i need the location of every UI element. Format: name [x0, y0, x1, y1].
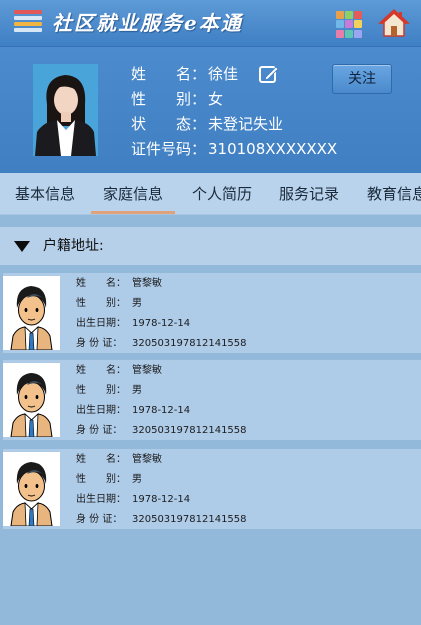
member-name-label: 姓 名： [76, 454, 126, 465]
app-root: 社区就业服务e本通 姓 名： 徐佳 关注 性 别： 女 状 态： 未登记失业 证… [0, 0, 421, 625]
member-birth-label: 出生日期： [76, 405, 126, 416]
member-name-label: 姓 名： [76, 278, 126, 289]
member-gender-row: 性 别： 男 [76, 384, 142, 398]
member-id-row: 身 份 证： 320503197812141558 [76, 337, 247, 351]
collapse-triangle-icon[interactable] [14, 241, 30, 252]
member-gender-value: 男 [132, 474, 142, 485]
id-value: 310108XXXXXXX [208, 140, 338, 158]
gender-row: 性 别：女 [131, 88, 223, 110]
member-birth-value: 1978-12-14 [132, 494, 191, 505]
member-id-row: 身 份 证： 320503197812141558 [76, 513, 247, 527]
tab-bar: 基本信息 家庭信息 个人简历 服务记录 教育信息 [0, 173, 421, 215]
family-member-card[interactable]: 姓 名： 管黎敏 性 别： 男 出生日期： 1978-12-14 身 份 证： 3205… [3, 360, 421, 440]
member-name-row: 姓 名： 管黎敏 [76, 364, 162, 378]
section-title: 户籍地址: [43, 238, 104, 254]
profile-photo [33, 64, 98, 156]
member-gender-value: 男 [132, 298, 142, 309]
id-label: 证件号码： [131, 140, 207, 158]
member-id-label: 身 份 证： [76, 338, 123, 349]
member-id-row: 身 份 证： 320503197812141558 [76, 424, 247, 438]
member-birth-value: 1978-12-14 [132, 405, 191, 416]
gender-label: 性 别： [131, 90, 207, 108]
family-member-card[interactable]: 姓 名： 管黎敏 性 别： 男 出生日期： 1978-12-14 身 份 证： 3205… [3, 449, 421, 529]
member-birth-label: 出生日期： [76, 318, 126, 329]
gender-value: 女 [208, 90, 224, 108]
user-avatar-icon [3, 363, 60, 437]
household-address-header[interactable]: 户籍地址: [0, 227, 421, 265]
member-name-value: 管黎敏 [132, 365, 162, 376]
member-name-value: 管黎敏 [132, 454, 162, 465]
app-title: 社区就业服务e本通 [52, 11, 243, 35]
tab-education-info[interactable]: 教育信息 [367, 173, 421, 214]
member-gender-row: 性 别： 男 [76, 473, 142, 487]
member-gender-label: 性 别： [76, 474, 126, 485]
member-name-value: 管黎敏 [132, 278, 162, 289]
member-birth-value: 1978-12-14 [132, 318, 191, 329]
status-value: 未登记失业 [208, 115, 284, 133]
member-id-value: 320503197812141558 [132, 514, 247, 525]
member-gender-value: 男 [132, 385, 142, 396]
tab-family-info[interactable]: 家庭信息 [103, 173, 163, 214]
tab-service-records[interactable]: 服务记录 [279, 173, 339, 214]
profile-panel: 姓 名： 徐佳 关注 性 别：女 状 态： 未登记失业 证件号码： 310108XXX… [0, 47, 421, 173]
status-label: 状 态： [131, 115, 207, 133]
top-bar: 社区就业服务e本通 [0, 0, 421, 47]
member-birth-row: 出生日期： 1978-12-14 [76, 317, 190, 331]
member-name-label: 姓 名： [76, 365, 126, 376]
member-id-label: 身 份 证： [76, 425, 123, 436]
member-birth-label: 出生日期： [76, 494, 126, 505]
user-avatar-icon [3, 452, 60, 526]
name-row: 姓 名： 徐佳 [131, 63, 238, 85]
name-label: 姓 名： [131, 65, 207, 83]
tab-basic-info[interactable]: 基本信息 [15, 173, 75, 214]
member-name-row: 姓 名： 管黎敏 [76, 453, 162, 467]
member-id-value: 320503197812141558 [132, 425, 247, 436]
home-icon[interactable] [378, 7, 410, 39]
active-tab-indicator [91, 211, 175, 214]
follow-button[interactable]: 关注 [332, 64, 392, 94]
tab-resume[interactable]: 个人简历 [192, 173, 252, 214]
member-id-value: 320503197812141558 [132, 338, 247, 349]
name-value: 徐佳 [208, 65, 239, 83]
apps-grid-icon[interactable] [336, 11, 363, 38]
member-gender-row: 性 别： 男 [76, 297, 142, 311]
member-name-row: 姓 名： 管黎敏 [76, 277, 162, 291]
user-avatar-icon [3, 276, 60, 350]
menu-icon[interactable] [14, 10, 42, 36]
member-id-label: 身 份 证： [76, 514, 123, 525]
member-gender-label: 性 别： [76, 385, 126, 396]
edit-icon[interactable] [258, 64, 280, 86]
status-row: 状 态： 未登记失业 [131, 113, 283, 135]
member-birth-row: 出生日期： 1978-12-14 [76, 493, 190, 507]
id-row: 证件号码： 310108XXXXXXX [131, 138, 337, 160]
member-gender-label: 性 别： [76, 298, 126, 309]
member-birth-row: 出生日期： 1978-12-14 [76, 404, 190, 418]
family-member-card[interactable]: 姓 名： 管黎敏 性 别： 男 出生日期： 1978-12-14 身 份 证： 3205… [3, 273, 421, 353]
